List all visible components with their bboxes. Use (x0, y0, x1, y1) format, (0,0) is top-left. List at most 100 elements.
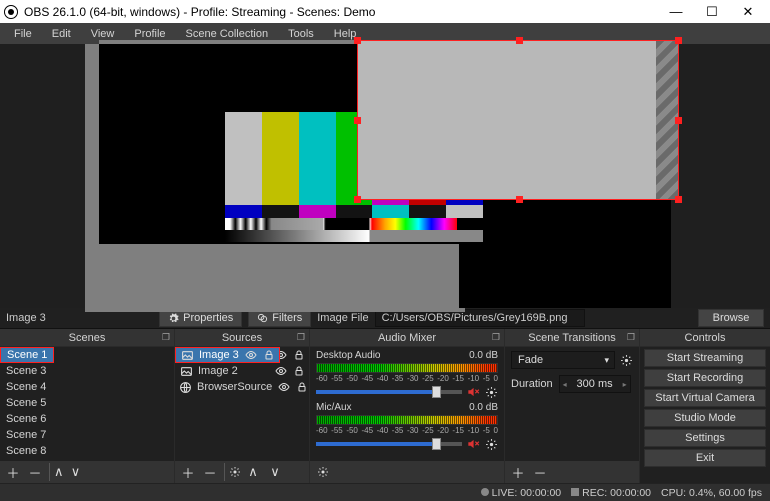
scene-down-button[interactable]: ∨ (66, 463, 86, 481)
volume-slider[interactable] (316, 390, 462, 394)
scene-item[interactable]: Scene 1 (0, 347, 54, 363)
mixer-channel: Desktop Audio0.0 dB-60-55-50-45-40-35-30… (310, 347, 504, 399)
channel-settings-button[interactable] (484, 385, 498, 399)
sources-title: Sources (222, 332, 262, 344)
scene-item[interactable]: Scene 4 (0, 379, 174, 395)
scene-item[interactable]: Scene 5 (0, 395, 174, 411)
visibility-toggle[interactable] (274, 365, 288, 377)
lock-toggle[interactable] (296, 381, 308, 393)
controls-body: Start Streaming Start Recording Start Virt… (640, 347, 770, 483)
scene-up-button[interactable]: ∧ (49, 463, 64, 481)
scenes-title: Scenes (69, 332, 106, 344)
sources-dock: Sources❐ Image 4Image 3Image 2BrowserSou… (175, 329, 310, 483)
image-icon (180, 348, 194, 362)
source-item[interactable]: Image 3 (175, 347, 280, 363)
chevron-right-icon[interactable]: ▸ (623, 380, 627, 389)
gear-icon (168, 313, 179, 324)
scene-item[interactable]: Scene 6 (0, 411, 174, 427)
maximize-button[interactable]: ☐ (694, 1, 730, 23)
source-label: BrowserSource (197, 381, 272, 393)
lock-toggle[interactable] (293, 365, 305, 377)
scene-item[interactable]: Scene 3 (0, 363, 174, 379)
channel-name: Desktop Audio (316, 350, 381, 361)
speaker-muted-icon[interactable] (466, 437, 480, 451)
popout-icon[interactable]: ❐ (297, 332, 305, 343)
audio-mixer-dock: Audio Mixer❐ Desktop Audio0.0 dB-60-55-5… (310, 329, 505, 483)
mixer-settings-button[interactable] (313, 463, 333, 481)
transitions-toolbar: ＋ － (505, 461, 639, 483)
start-virtual-camera-button[interactable]: Start Virtual Camera (644, 389, 766, 407)
source-down-button[interactable]: ∨ (265, 463, 285, 481)
popout-icon[interactable]: ❐ (627, 332, 635, 343)
live-status: LIVE: 00:00:00 (481, 487, 561, 499)
scenes-dock: Scenes ❐ Scene 1Scene 2Scene 3Scene 4Scen… (0, 329, 175, 483)
chevron-down-icon: ▾ (604, 355, 609, 366)
mixer-channel: Mic/Aux0.0 dB-60-55-50-45-40-35-30-25-20… (310, 399, 504, 451)
start-recording-button[interactable]: Start Recording (644, 369, 766, 387)
menu-file[interactable]: File (4, 25, 42, 43)
filters-icon (257, 313, 268, 324)
scene-item[interactable]: Scene 8 (0, 443, 174, 459)
scenes-list[interactable]: Scene 1Scene 2Scene 3Scene 4Scene 5Scene… (0, 347, 174, 459)
image-file-label: Image File (317, 312, 368, 324)
volume-slider[interactable] (316, 442, 462, 446)
exit-button[interactable]: Exit (644, 449, 766, 467)
scene-item[interactable]: Scene 7 (0, 427, 174, 443)
transitions-title: Scene Transitions (528, 332, 615, 344)
remove-scene-button[interactable]: － (25, 463, 45, 481)
source-item[interactable]: BrowserSource (175, 379, 309, 395)
start-streaming-button[interactable]: Start Streaming (644, 349, 766, 367)
chevron-left-icon[interactable]: ◂ (563, 380, 567, 389)
image-icon (179, 364, 193, 378)
cpu-status: CPU: 0.4%, 60.00 fps (661, 487, 762, 499)
add-source-button[interactable]: ＋ (178, 463, 198, 481)
selection-outline[interactable] (357, 40, 679, 200)
add-transition-button[interactable]: ＋ (508, 463, 528, 481)
channel-name: Mic/Aux (316, 402, 352, 413)
window-titlebar: OBS 26.1.0 (64-bit, windows) - Profile: … (0, 0, 770, 23)
visibility-toggle[interactable] (277, 381, 291, 393)
mixer-toolbar (310, 461, 504, 483)
docks-row: Scenes ❐ Scene 1Scene 2Scene 3Scene 4Scen… (0, 329, 770, 483)
transition-select[interactable]: Fade▾ (511, 351, 615, 369)
transitions-dock: Scene Transitions ❐ Fade▾ Duration ◂ 300 … (505, 329, 640, 483)
sources-list[interactable]: Image 4Image 3Image 2BrowserSource (175, 347, 309, 395)
transition-settings-button[interactable] (619, 353, 633, 367)
source-item[interactable]: Image 2 (175, 363, 309, 379)
status-bar: LIVE: 00:00:00 REC: 00:00:00 CPU: 0.4%, … (0, 483, 770, 501)
remove-source-button[interactable]: － (200, 463, 220, 481)
controls-dock: Controls Start StreamingStart RecordingS… (640, 329, 770, 483)
channel-db: 0.0 dB (469, 402, 498, 413)
minimize-button[interactable]: — (658, 1, 694, 23)
lock-toggle[interactable] (293, 349, 305, 361)
controls-title: Controls (685, 332, 726, 344)
preview-area[interactable] (0, 44, 770, 308)
lock-toggle[interactable] (263, 349, 275, 361)
studio-mode-button[interactable]: Studio Mode (644, 409, 766, 427)
close-button[interactable]: ✕ (730, 1, 766, 23)
remove-transition-button[interactable]: － (530, 463, 550, 481)
level-meter (316, 363, 498, 373)
add-scene-button[interactable]: ＋ (3, 463, 23, 481)
source-up-button[interactable]: ∧ (243, 463, 263, 481)
speaker-muted-icon[interactable] (466, 385, 480, 399)
preview-canvas[interactable] (99, 44, 671, 308)
level-meter (316, 415, 498, 425)
browse-button[interactable]: Browse (698, 309, 764, 327)
channel-settings-button[interactable] (484, 437, 498, 451)
duration-input[interactable]: ◂ 300 ms ▸ (559, 375, 631, 393)
duration-label: Duration (511, 378, 553, 390)
mixer-title: Audio Mixer (378, 332, 436, 344)
rec-status: REC: 00:00:00 (571, 487, 651, 499)
menu-edit[interactable]: Edit (42, 25, 81, 43)
mixer-body: Desktop Audio0.0 dB-60-55-50-45-40-35-30… (310, 347, 504, 461)
source-properties-button[interactable] (224, 463, 241, 481)
scenes-toolbar: ＋ － ∧ ∨ (0, 461, 174, 483)
visibility-toggle[interactable] (244, 349, 258, 361)
app-icon (4, 5, 18, 19)
popout-icon[interactable]: ❐ (162, 332, 170, 343)
channel-db: 0.0 dB (469, 350, 498, 361)
settings-button[interactable]: Settings (644, 429, 766, 447)
popout-icon[interactable]: ❐ (492, 332, 500, 343)
source-label: Image 3 (199, 349, 239, 361)
